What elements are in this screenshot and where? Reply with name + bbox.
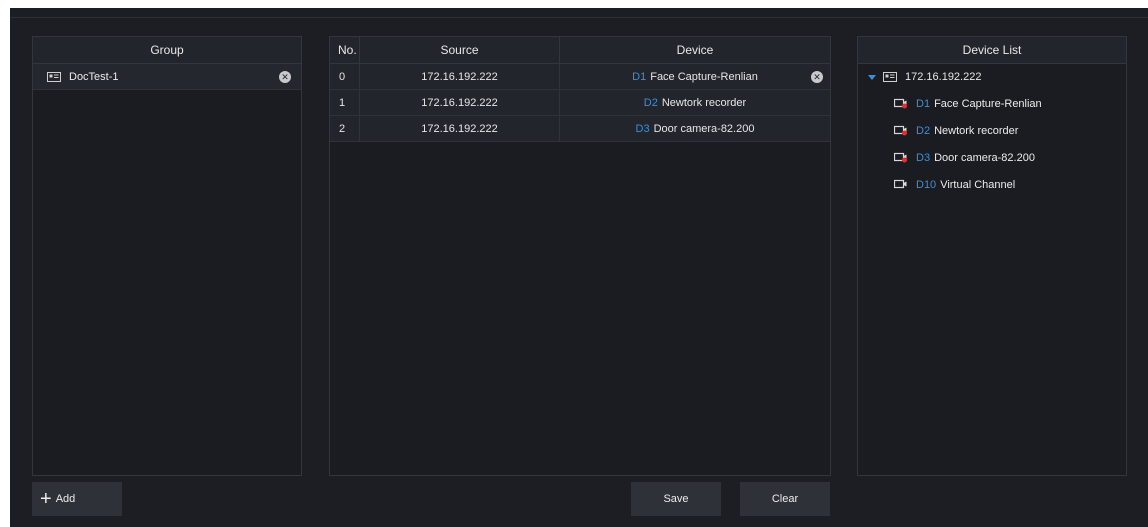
device-list-header: Device List <box>858 37 1126 64</box>
plus-icon: + <box>40 488 52 510</box>
device-tree-item[interactable]: D10 Virtual Channel <box>858 171 1126 198</box>
channel-table: No. Source Device 0 172.16.192.222 D1 Fa… <box>329 36 831 476</box>
save-button[interactable]: Save <box>631 482 721 516</box>
table-row[interactable]: 2 172.16.192.222 D3 Door camera-82.200 <box>330 116 830 142</box>
table-row[interactable]: 1 172.16.192.222 D2 Newtork recorder <box>330 90 830 116</box>
channel-id: D10 <box>916 178 937 191</box>
channel-id: D3 <box>916 151 931 164</box>
channel-name: Face Capture-Renlian <box>934 97 1042 110</box>
row-source: 172.16.192.222 <box>360 64 560 89</box>
column-header-source: Source <box>360 37 560 63</box>
channel-id: D2 <box>643 96 658 109</box>
channel-name: Newtork recorder <box>934 124 1019 137</box>
camera-icon <box>894 98 908 109</box>
channel-id: D2 <box>916 124 931 137</box>
camera-icon <box>894 152 908 163</box>
device-list-panel: Device List 172.16.192.222 D1 Face Captu… <box>857 36 1127 476</box>
group-panel-header: Group <box>33 37 301 64</box>
device-name: Newtork recorder <box>661 96 747 109</box>
column-header-device: Device <box>676 43 714 57</box>
row-no: 0 <box>330 64 360 89</box>
add-label: Add <box>55 493 76 505</box>
group-panel: Group DocTest-1 ✕ <box>32 36 302 476</box>
top-divider <box>10 17 1148 18</box>
device-tree-item[interactable]: D3 Door camera-82.200 <box>858 144 1126 171</box>
row-no: 2 <box>330 116 360 141</box>
row-device: D2 Newtork recorder <box>560 90 830 115</box>
delete-row-icon[interactable]: ✕ <box>811 71 823 83</box>
camera-icon <box>894 125 908 136</box>
delete-group-icon[interactable]: ✕ <box>279 71 291 83</box>
device-tree-item[interactable]: D2 Newtork recorder <box>858 117 1126 144</box>
row-device: D3 Door camera-82.200 <box>560 116 830 141</box>
device-name: Face Capture-Renlian <box>650 70 758 83</box>
row-source: 172.16.192.222 <box>360 90 560 115</box>
table-row[interactable]: 0 172.16.192.222 D1 Face Capture-Renlian… <box>330 64 830 90</box>
expand-arrow-icon[interactable] <box>868 74 876 80</box>
device-icon <box>883 72 897 82</box>
table-header: No. Source Device <box>330 37 830 64</box>
add-button[interactable]: + Add <box>32 482 122 516</box>
device-tree-root[interactable]: 172.16.192.222 <box>858 64 1126 90</box>
row-device: D1 Face Capture-Renlian ✕ <box>560 64 830 89</box>
group-icon <box>47 71 61 82</box>
column-header-no: No. <box>330 37 360 63</box>
clear-button[interactable]: Clear <box>740 482 830 516</box>
channel-name: Door camera-82.200 <box>934 151 1035 164</box>
row-no: 1 <box>330 90 360 115</box>
channel-id: D1 <box>632 70 647 83</box>
group-list-item[interactable]: DocTest-1 ✕ <box>33 64 301 90</box>
device-name: Door camera-82.200 <box>653 122 755 135</box>
channel-name: Virtual Channel <box>940 178 1016 191</box>
row-source: 172.16.192.222 <box>360 116 560 141</box>
tour-group-settings: Group DocTest-1 ✕ No. Source Device 0 17… <box>10 8 1148 527</box>
group-name: DocTest-1 <box>69 70 119 83</box>
camera-icon <box>894 179 908 190</box>
device-tree-item[interactable]: D1 Face Capture-Renlian <box>858 90 1126 117</box>
channel-id: D1 <box>916 97 931 110</box>
device-root-label: 172.16.192.222 <box>905 71 982 83</box>
channel-id: D3 <box>635 122 650 135</box>
